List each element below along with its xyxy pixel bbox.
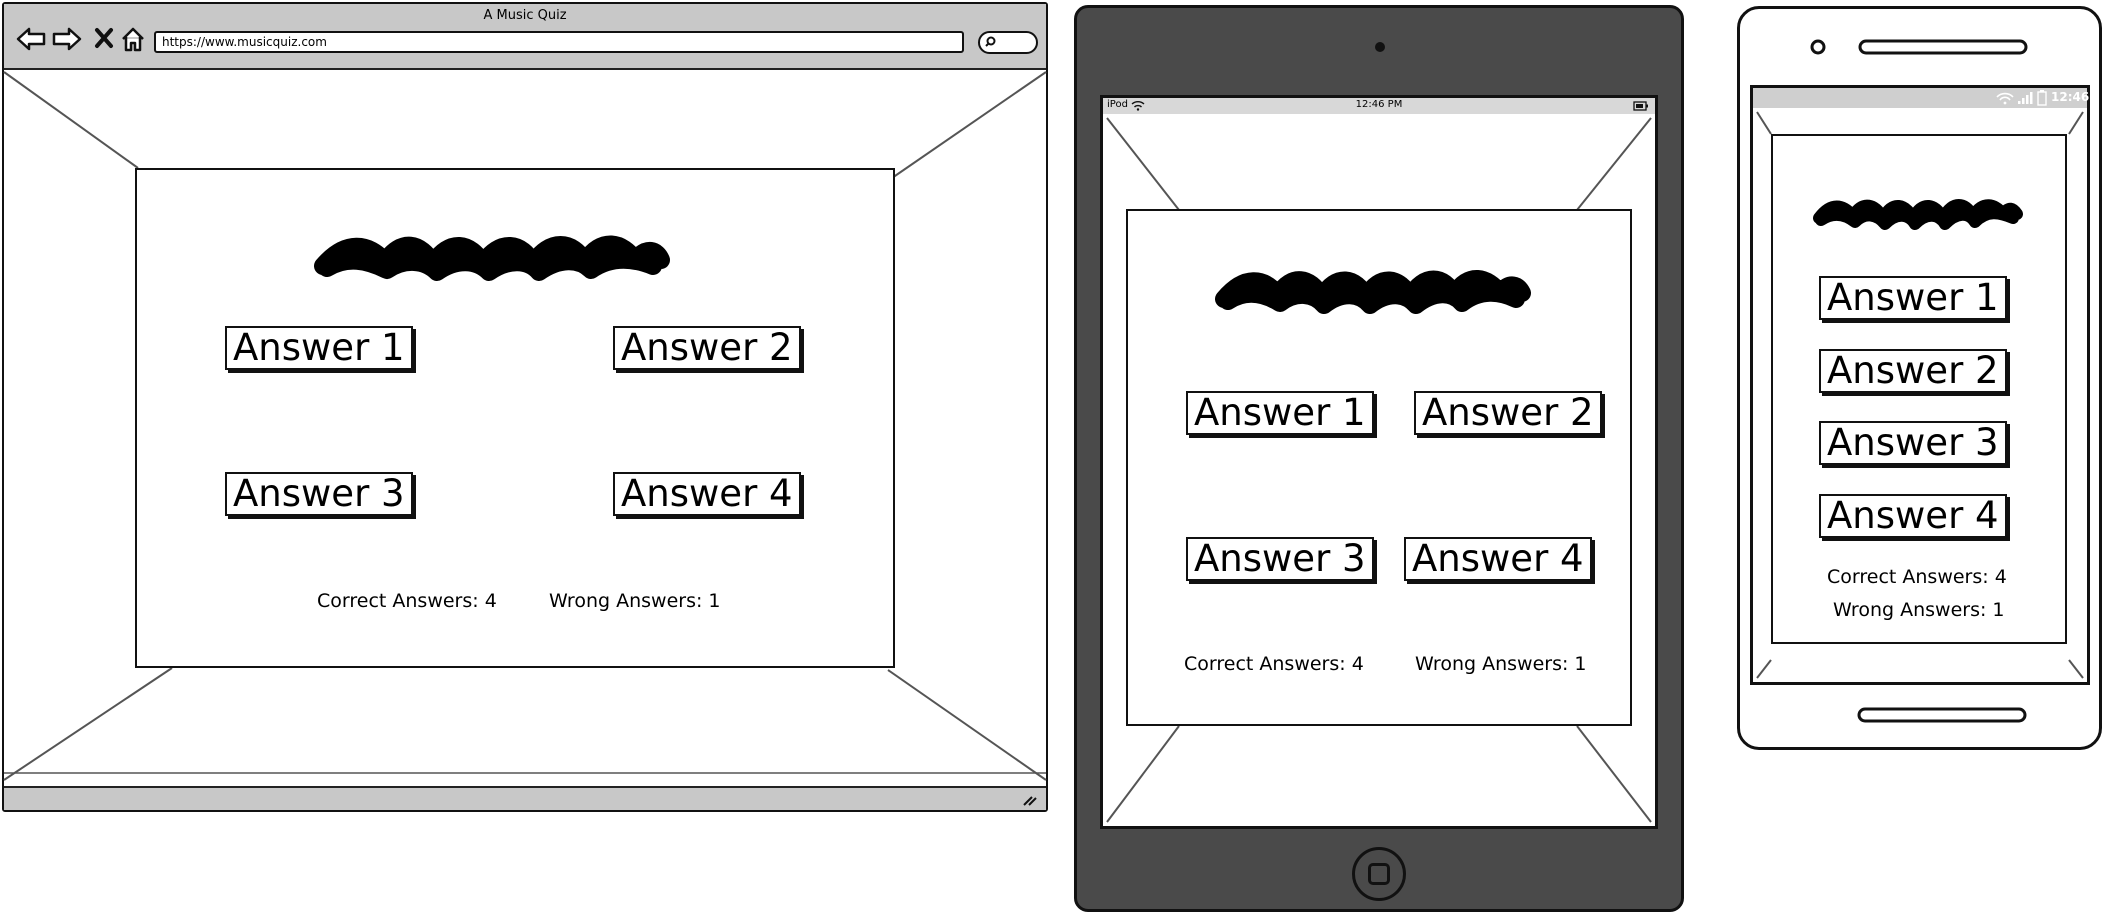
phone-answer-3-button[interactable]: Answer 3 (1819, 421, 2007, 465)
forward-arrow-icon[interactable] (52, 26, 82, 52)
correct-answers-count: Correct Answers: 4 (317, 590, 497, 612)
phone-correct-answers-count: Correct Answers: 4 (1827, 566, 2007, 588)
tablet-answer-3-button[interactable]: Answer 3 (1186, 537, 1374, 581)
phone-quiz-title-scribble (1813, 199, 2023, 230)
tablet-clock: 12:46 PM (1355, 99, 1403, 110)
wifi-icon (1996, 92, 2014, 105)
phone-screen: 12:46 Answer 1 Answer 2 Answer 3 Answer … (1750, 85, 2090, 685)
home-button-icon[interactable] (1352, 847, 1406, 901)
tablet-quiz-card: Answer 1 Answer 2 Answer 3 Answer 4 Corr… (1126, 209, 1632, 726)
browser-status-bar (4, 786, 1046, 810)
signal-icon (2018, 92, 2033, 104)
quiz-card: Answer 1 Answer 2 Answer 3 Answer 4 Corr… (135, 168, 895, 668)
battery-icon (2037, 90, 2047, 106)
search-icon (985, 36, 996, 47)
camera-icon (1810, 39, 1826, 55)
tablet-wrong-answers-count: Wrong Answers: 1 (1415, 653, 1587, 675)
wrong-answers-count: Wrong Answers: 1 (549, 590, 721, 612)
phone-wrong-answers-count: Wrong Answers: 1 (1833, 599, 2005, 621)
tablet-device: iPod 12:46 PM Answer 1 Answer 2 Answer 3… (1074, 5, 1684, 912)
answer-1-button[interactable]: Answer 1 (225, 326, 413, 370)
quiz-title-scribble (314, 235, 670, 281)
camera-icon (1375, 42, 1385, 52)
phone-answer-4-button[interactable]: Answer 4 (1819, 494, 2007, 538)
browser-toolbar: A Music Quiz https://www.musicquiz.com (4, 4, 1046, 70)
tablet-quiz-title-scribble (1215, 270, 1531, 314)
tablet-status-bar: iPod 12:46 PM (1103, 98, 1655, 114)
phone-answer-1-button[interactable]: Answer 1 (1819, 276, 2007, 320)
battery-icon (1633, 101, 1648, 111)
stop-x-icon[interactable] (95, 28, 113, 48)
search-field[interactable] (978, 31, 1038, 54)
phone-quiz-card: Answer 1 Answer 2 Answer 3 Answer 4 Corr… (1771, 134, 2067, 644)
answer-2-button[interactable]: Answer 2 (613, 326, 801, 370)
phone-device: 12:46 Answer 1 Answer 2 Answer 3 Answer … (1737, 6, 2102, 750)
phone-status-bar: 12:46 (1753, 88, 2090, 108)
answer-3-button[interactable]: Answer 3 (225, 472, 413, 516)
back-arrow-icon[interactable] (16, 26, 46, 52)
tablet-screen: iPod 12:46 PM Answer 1 Answer 2 Answer 3… (1100, 95, 1658, 829)
browser-window: A Music Quiz https://www.musicquiz.com A… (2, 2, 1048, 812)
browser-title: A Music Quiz (483, 8, 567, 23)
tablet-correct-answers-count: Correct Answers: 4 (1184, 653, 1364, 675)
home-button-inner (1368, 863, 1390, 885)
phone-answer-2-button[interactable]: Answer 2 (1819, 349, 2007, 393)
tablet-answer-2-button[interactable]: Answer 2 (1414, 391, 1602, 435)
answer-4-button[interactable]: Answer 4 (613, 472, 801, 516)
home-icon[interactable] (120, 26, 146, 52)
address-bar[interactable]: https://www.musicquiz.com (154, 31, 964, 53)
tablet-answer-1-button[interactable]: Answer 1 (1186, 391, 1374, 435)
speaker-icon (1858, 39, 2028, 55)
home-bar-icon (1857, 707, 2027, 723)
resize-grip-icon[interactable] (1022, 793, 1038, 807)
tablet-answer-4-button[interactable]: Answer 4 (1404, 537, 1592, 581)
phone-clock: 12:46 (2051, 90, 2090, 104)
